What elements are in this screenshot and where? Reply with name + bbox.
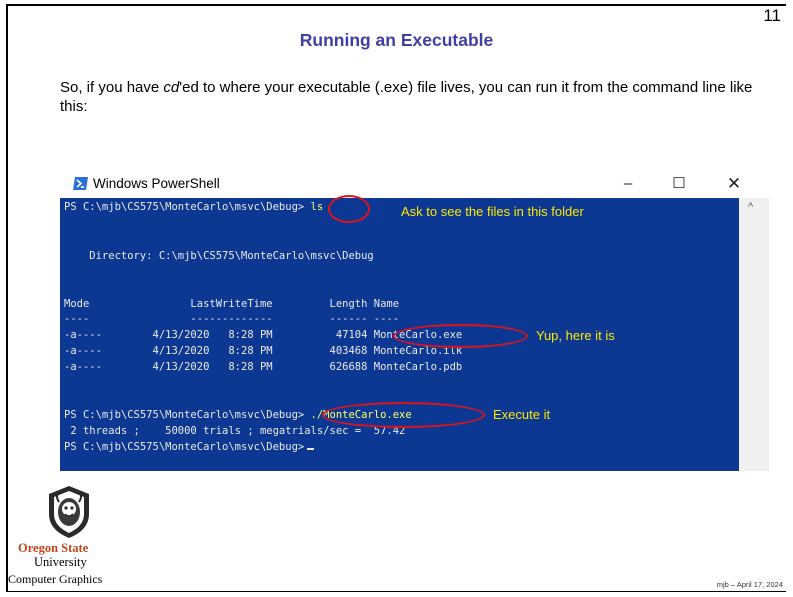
logo-university: University [34,555,87,569]
annotation-ls: Ask to see the files in this folder [401,204,584,219]
slide-number: 11 [763,6,781,25]
footer-date: mjb – April 17, 2024 [716,580,783,589]
university-seal-logo [49,486,89,538]
close-button[interactable]: ✕ [719,173,749,195]
console-command-ls: ls [304,201,324,213]
text-cursor [307,448,315,450]
scroll-up-icon[interactable]: ^ [748,201,753,213]
slide-title: Running an Executable [299,30,494,50]
console-table-row: -a---- 4/13/2020 8:28 PM 403468 MonteCar… [64,345,463,357]
console-table-header: Mode LastWriteTime Length Name [64,298,400,310]
console-line-prompt1: PS C:\mjb\CS575\MonteCarlo\msvc\Debug> l… [64,201,323,213]
powershell-icon [73,177,88,190]
window-titlebar[interactable]: Windows PowerShell – ☐ ✕ [60,171,769,198]
annotation-execute: Execute it [493,407,551,422]
console-prompt: PS C:\mjb\CS575\MonteCarlo\msvc\Debug> [64,201,305,213]
logo-oregon-state: Oregon State [18,541,89,555]
console-directory: Directory: C:\mjb\CS575\MonteCarlo\msvc\… [64,250,374,262]
console-prompt: PS C:\mjb\CS575\MonteCarlo\msvc\Debug> [64,441,305,453]
body-text: So, if you have cd'ed to where your exec… [60,78,760,116]
console-table-row: -a---- 4/13/2020 8:28 PM 626688 MonteCar… [64,361,463,373]
maximize-button[interactable]: ☐ [664,173,694,195]
powershell-window[interactable]: Windows PowerShell – ☐ ✕ PS C:\mjb\CS575… [60,171,769,474]
highlight-circle-ls [328,195,370,223]
vertical-scrollbar[interactable]: ^ [739,198,769,471]
console-output[interactable]: PS C:\mjb\CS575\MonteCarlo\msvc\Debug> l… [60,195,739,471]
annotation-exe: Yup, here it is [536,328,615,343]
highlight-circle-run [322,402,485,428]
highlight-circle-exe [393,324,528,348]
window-title: Windows PowerShell [93,176,220,191]
body-text-emphasis: cd [163,79,180,96]
console-table-separator: ---- ------------- ------ ---- [64,313,400,325]
console-prompt: PS C:\mjb\CS575\MonteCarlo\msvc\Debug> [64,409,305,421]
body-text-part1: So, if you have [60,79,164,96]
logo-computer-graphics: Computer Graphics [8,572,103,586]
minimize-button[interactable]: – [613,173,643,195]
slide: 11 Running an Executable So, if you have… [0,0,793,597]
console-line-prompt3: PS C:\mjb\CS575\MonteCarlo\msvc\Debug> [64,441,315,453]
console-run-output: 2 threads ; 50000 trials ; megatrials/se… [64,425,406,437]
